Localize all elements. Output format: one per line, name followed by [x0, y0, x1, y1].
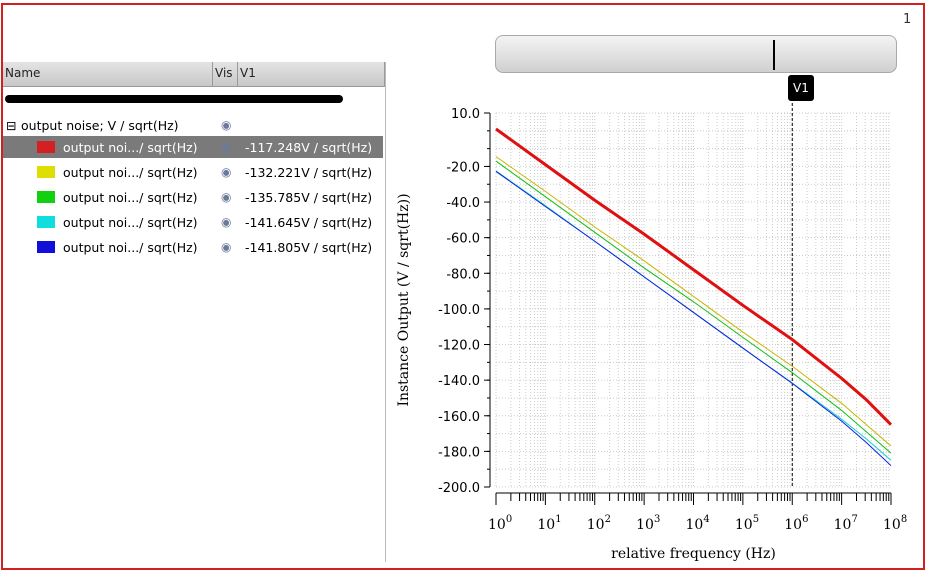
y-tick-label: -80.0 — [446, 267, 480, 282]
y-tick-label: -140.0 — [438, 374, 480, 389]
x-tick-label: 101 — [537, 514, 561, 533]
y-tick-label: -200.0 — [438, 481, 480, 496]
x-tick-label: 108 — [883, 514, 907, 533]
x-tick-label: 106 — [784, 514, 808, 533]
x-tick-label: 107 — [834, 514, 858, 533]
x-tick-label: 103 — [636, 514, 660, 533]
y-tick-label: -20.0 — [446, 160, 480, 175]
y-tick-label: -60.0 — [446, 232, 480, 247]
x-tick-label: 105 — [735, 514, 759, 533]
y-tick-label: -40.0 — [446, 196, 480, 211]
x-tick-label: 104 — [686, 514, 710, 533]
y-tick-label: -160.0 — [438, 410, 480, 425]
y-tick-label: -180.0 — [438, 445, 480, 460]
series-line-green — [495, 160, 892, 454]
y-tick-label: -100.0 — [438, 303, 480, 318]
y-tick-label: 10.0 — [451, 107, 480, 122]
y-tick-label: -120.0 — [438, 339, 480, 354]
x-axis-label: relative frequency (Hz) — [611, 546, 776, 562]
x-tick-label: 102 — [587, 514, 611, 533]
plot: 10.0 -20.0 -40.0 -60.0 -80.0 -100.0 -120.0 -140… — [396, 98, 907, 562]
y-axis-label: Instance Output (V / sqrt(Hz)) — [396, 193, 412, 406]
x-tick-label: 100 — [488, 514, 512, 533]
